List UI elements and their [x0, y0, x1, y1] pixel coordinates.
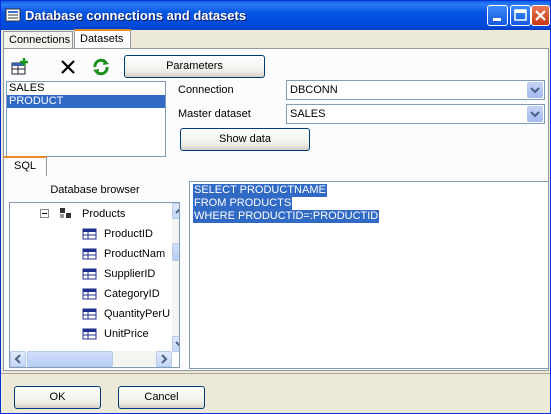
tree-node-products[interactable]: Products [82, 207, 125, 221]
tree-node-field[interactable]: SupplierID [104, 267, 155, 281]
database-browser-title: Database browser [50, 184, 140, 196]
show-data-button[interactable]: Show data [180, 128, 310, 151]
field-icon [82, 308, 97, 320]
connection-select[interactable]: DBCONN [286, 80, 545, 100]
tab-connections[interactable]: Connections [3, 31, 73, 49]
tree-node-field[interactable]: ProductNam [104, 247, 165, 261]
divider [1, 373, 550, 374]
app-icon [5, 8, 21, 22]
tree-horizontal-scrollbar[interactable] [10, 351, 172, 367]
sql-editor[interactable]: SELECT PRODUCTNAME FROM PRODUCTS WHERE P… [189, 181, 549, 369]
field-icon [82, 228, 97, 240]
chevron-down-icon[interactable] [527, 82, 543, 98]
database-tree: Products ProductID ProductNam SupplierID… [9, 202, 180, 368]
tab-label: Datasets [80, 33, 124, 45]
field-icon [82, 288, 97, 300]
scroll-left-button[interactable] [10, 351, 26, 367]
sql-line: WHERE PRODUCTID=:PRODUCTID [193, 210, 380, 223]
field-icon [82, 328, 97, 340]
sql-line: SELECT PRODUCTNAME [193, 184, 327, 197]
master-dataset-value: SALES [290, 108, 326, 120]
connection-label: Connection [178, 84, 234, 96]
tab-label: SQL [13, 160, 36, 172]
tree-node-field[interactable]: CategoryID [104, 287, 160, 301]
chevron-down-icon[interactable] [527, 106, 543, 122]
minimize-icon [493, 18, 501, 21]
tree-node-field[interactable]: QuantityPerU [104, 307, 170, 321]
dialog-window: Database connections and datasets Connec… [0, 0, 551, 414]
scroll-right-button[interactable] [156, 351, 172, 367]
tree-node-field[interactable]: ProductID [104, 227, 153, 241]
tab-label: Connections [9, 34, 71, 46]
close-button[interactable] [531, 5, 550, 26]
tab-sql[interactable]: SQL [3, 156, 47, 176]
tree-node-field[interactable]: UnitPrice [104, 327, 149, 341]
parameters-button[interactable]: Parameters [124, 55, 265, 78]
scroll-thumb[interactable] [27, 351, 113, 367]
title-bar[interactable]: Database connections and datasets [1, 1, 550, 30]
collapse-icon[interactable] [40, 209, 50, 219]
delete-icon[interactable] [57, 56, 79, 78]
minimize-button[interactable] [487, 5, 508, 26]
maximize-button[interactable] [510, 5, 531, 26]
field-icon [82, 248, 97, 260]
scroll-thumb[interactable] [172, 243, 179, 261]
window-title: Database connections and datasets [25, 8, 247, 23]
scroll-up-button[interactable] [172, 203, 179, 219]
dataset-list: SALES PRODUCT [6, 81, 166, 157]
list-item[interactable]: SALES [7, 82, 165, 95]
list-item[interactable]: PRODUCT [7, 95, 165, 108]
refresh-icon[interactable] [90, 56, 112, 78]
master-dataset-label: Master dataset [178, 108, 251, 120]
ok-button[interactable]: OK [14, 386, 101, 409]
master-dataset-select[interactable]: SALES [286, 104, 545, 124]
tab-datasets[interactable]: Datasets [74, 29, 131, 49]
maximize-icon [514, 9, 527, 21]
tree-vertical-scrollbar[interactable] [172, 203, 179, 353]
field-icon [82, 268, 97, 280]
cancel-button[interactable]: Cancel [118, 386, 205, 409]
table-icon [60, 208, 71, 218]
add-dataset-icon[interactable] [9, 56, 31, 78]
connection-value: DBCONN [290, 84, 338, 96]
close-icon [535, 10, 546, 21]
sql-line: FROM PRODUCTS [193, 197, 293, 210]
scroll-down-button[interactable] [172, 336, 179, 352]
